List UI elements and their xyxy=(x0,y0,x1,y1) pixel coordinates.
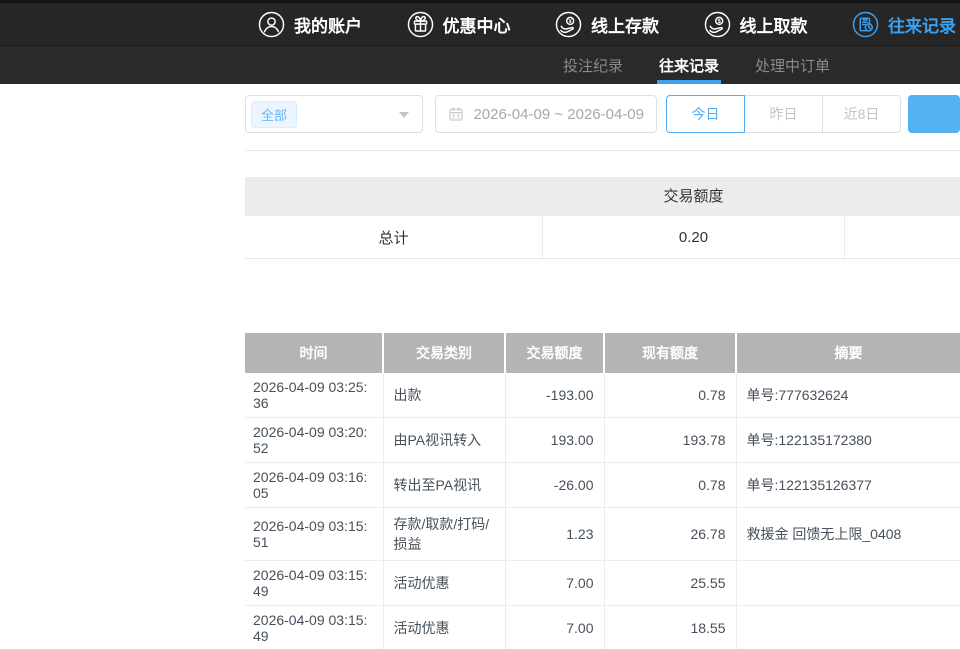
cell-type: 由PA视讯转入 xyxy=(383,418,505,463)
cell-time: 2026-04-09 03:15:51 xyxy=(245,508,383,561)
quick-date-buttons: 今日 昨日 近8日 xyxy=(666,95,901,133)
last-8-days-button-label: 近8日 xyxy=(844,104,880,124)
records-tab-bar: 投注纪录 往来记录 处理中订单 xyxy=(0,45,960,84)
cell-balance: 25.55 xyxy=(604,561,736,606)
cell-time: 2026-04-09 03:15:49 xyxy=(245,606,383,649)
tab-processing-orders[interactable]: 处理中订单 xyxy=(755,46,830,84)
transaction-row: 2026-04-09 03:25:36出款-193.000.78单号:77763… xyxy=(245,373,960,418)
header-transaction-amount: 交易额度 xyxy=(505,333,604,373)
summary-table: 交易额度 总计 0.20 xyxy=(245,177,960,259)
cell-summary: 单号:122135172380 xyxy=(736,418,960,463)
nav-item-transaction-records[interactable]: 往来记录 xyxy=(852,11,956,38)
header-transaction-type: 交易类别 xyxy=(383,333,505,373)
cell-balance: 0.78 xyxy=(604,463,736,508)
cell-amount: 193.00 xyxy=(505,418,604,463)
nav-item-label: 线上存款 xyxy=(591,12,659,37)
nav-item-online-deposit[interactable]: ¥ 线上存款 xyxy=(555,11,659,38)
summary-title: 交易额度 xyxy=(542,177,845,216)
chevron-down-icon xyxy=(399,112,409,118)
summary-empty-cell xyxy=(845,216,960,258)
yesterday-button[interactable]: 昨日 xyxy=(744,95,823,133)
tab-label: 往来记录 xyxy=(659,55,719,76)
withdraw-icon: $ xyxy=(704,11,731,38)
cell-summary: 单号:122135126377 xyxy=(736,463,960,508)
summary-total-label: 总计 xyxy=(245,216,542,258)
cell-time: 2026-04-09 03:16:05 xyxy=(245,463,383,508)
cell-balance: 193.78 xyxy=(604,418,736,463)
calendar-icon xyxy=(448,106,464,122)
cell-balance: 0.78 xyxy=(604,373,736,418)
today-button[interactable]: 今日 xyxy=(666,95,745,133)
cell-summary xyxy=(736,606,960,649)
transaction-type-dropdown[interactable]: 全部 xyxy=(245,95,423,133)
tab-label: 投注纪录 xyxy=(563,55,623,76)
summary-header-row: 交易额度 xyxy=(245,177,960,216)
transaction-row: 2026-04-09 03:15:49活动优惠7.0018.55 xyxy=(245,606,960,649)
transaction-row: 2026-04-09 03:15:51存款/取款/打码/损益1.2326.78救… xyxy=(245,508,960,561)
search-button[interactable] xyxy=(908,95,960,133)
summary-total-value: 0.20 xyxy=(542,216,845,258)
cell-amount: 1.23 xyxy=(505,508,604,561)
cell-summary xyxy=(736,561,960,606)
cell-time: 2026-04-09 03:20:52 xyxy=(245,418,383,463)
tab-label: 处理中订单 xyxy=(755,55,830,76)
cell-amount: -193.00 xyxy=(505,373,604,418)
divider xyxy=(245,150,960,151)
cell-amount: -26.00 xyxy=(505,463,604,508)
summary-total-row: 总计 0.20 xyxy=(245,216,960,259)
main-navigation: 我的账户 优惠中心 ¥ 线上存款 $ 线上取款 xyxy=(0,3,960,45)
cell-time: 2026-04-09 03:15:49 xyxy=(245,561,383,606)
main-content: 全部 2026-04-09 ~ 2026-04-09 今日 昨日 近8日 xyxy=(245,84,960,649)
tab-betting-records[interactable]: 投注纪录 xyxy=(563,46,623,84)
cell-type: 出款 xyxy=(383,373,505,418)
cell-balance: 26.78 xyxy=(604,508,736,561)
header-summary: 摘要 xyxy=(736,333,960,373)
cell-summary: 救援金 回馈无上限_0408 xyxy=(736,508,960,561)
nav-item-label: 往来记录 xyxy=(888,12,956,37)
cell-type: 存款/取款/打码/损益 xyxy=(383,508,505,561)
cell-type: 转出至PA视讯 xyxy=(383,463,505,508)
transactions-tbody: 2026-04-09 03:25:36出款-193.000.78单号:77763… xyxy=(245,373,960,649)
nav-item-label: 优惠中心 xyxy=(443,12,511,37)
cell-amount: 7.00 xyxy=(505,561,604,606)
cell-type: 活动优惠 xyxy=(383,606,505,649)
nav-item-my-account[interactable]: 我的账户 xyxy=(258,11,362,38)
records-icon xyxy=(852,11,879,38)
date-range-picker[interactable]: 2026-04-09 ~ 2026-04-09 xyxy=(435,95,657,133)
yesterday-button-label: 昨日 xyxy=(770,104,798,124)
date-range-value: 2026-04-09 ~ 2026-04-09 xyxy=(473,106,644,123)
transaction-row: 2026-04-09 03:16:05转出至PA视讯-26.000.78单号:1… xyxy=(245,463,960,508)
transaction-row: 2026-04-09 03:20:52由PA视讯转入193.00193.78单号… xyxy=(245,418,960,463)
cell-summary: 单号:777632624 xyxy=(736,373,960,418)
nav-item-promotions[interactable]: 优惠中心 xyxy=(407,11,511,38)
nav-item-online-withdrawal[interactable]: $ 线上取款 xyxy=(704,11,808,38)
cell-type: 活动优惠 xyxy=(383,561,505,606)
gift-icon xyxy=(407,11,434,38)
nav-item-label: 线上取款 xyxy=(740,12,808,37)
filter-row: 全部 2026-04-09 ~ 2026-04-09 今日 昨日 近8日 xyxy=(245,95,960,133)
user-icon xyxy=(258,11,285,38)
transactions-header-row: 时间 交易类别 交易额度 现有额度 摘要 xyxy=(245,333,960,373)
transaction-row: 2026-04-09 03:15:49活动优惠7.0025.55 xyxy=(245,561,960,606)
cell-amount: 7.00 xyxy=(505,606,604,649)
tab-transaction-records[interactable]: 往来记录 xyxy=(659,46,719,84)
header-current-balance: 现有额度 xyxy=(604,333,736,373)
last-8-days-button[interactable]: 近8日 xyxy=(822,95,901,133)
header-time: 时间 xyxy=(245,333,383,373)
cell-time: 2026-04-09 03:25:36 xyxy=(245,373,383,418)
deposit-icon: ¥ xyxy=(555,11,582,38)
nav-item-label: 我的账户 xyxy=(294,12,362,37)
today-button-label: 今日 xyxy=(692,104,720,124)
transactions-table: 时间 交易类别 交易额度 现有额度 摘要 2026-04-09 03:25:36… xyxy=(245,333,960,649)
cell-balance: 18.55 xyxy=(604,606,736,649)
selected-type-tag[interactable]: 全部 xyxy=(251,101,297,128)
